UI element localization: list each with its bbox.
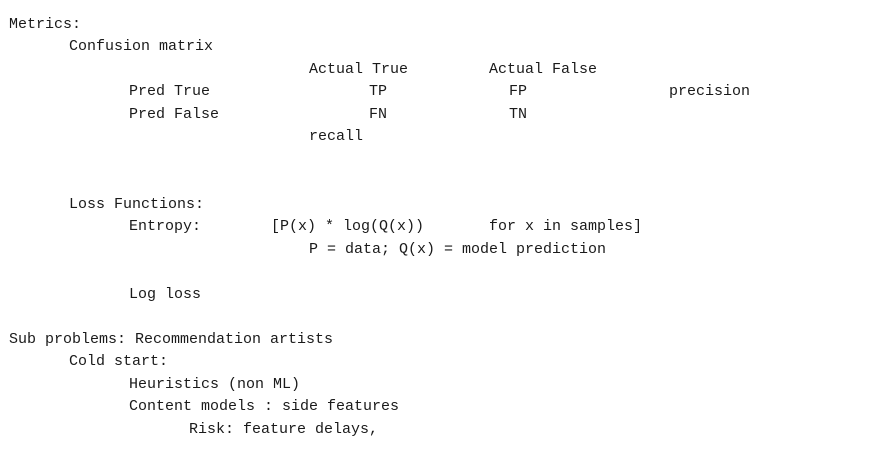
col-actual-true: Actual True bbox=[309, 61, 409, 78]
metrics-heading: Metrics: bbox=[9, 16, 82, 33]
confusion-matrix-title: Confusion matrix bbox=[69, 38, 214, 55]
precision-label: precision bbox=[669, 83, 751, 100]
cold-start-label: Cold start: bbox=[69, 353, 169, 370]
recall-label: recall bbox=[309, 128, 364, 145]
cell-fp: FP bbox=[509, 83, 528, 100]
heuristics-item: Heuristics (non ML) bbox=[129, 376, 301, 393]
cell-tp: TP bbox=[369, 83, 388, 100]
sub-problems-heading: Sub problems: Recommendation artists bbox=[9, 331, 334, 348]
cell-fn: FN bbox=[369, 106, 388, 123]
entropy-definition: P = data; Q(x) = model prediction bbox=[309, 241, 607, 258]
risk-item: Risk: feature delays, bbox=[189, 421, 379, 438]
log-loss-label: Log loss bbox=[129, 286, 202, 303]
notes-document: Metrics: Confusion matrix Actual True Ac… bbox=[0, 0, 882, 469]
entropy-formula: [P(x) * log(Q(x)) bbox=[271, 218, 425, 235]
cell-tn: TN bbox=[509, 106, 528, 123]
entropy-label: Entropy: bbox=[129, 218, 202, 235]
row-pred-true: Pred True bbox=[129, 83, 211, 100]
entropy-for-clause: for x in samples] bbox=[489, 218, 643, 235]
row-pred-false: Pred False bbox=[129, 106, 220, 123]
content-models-item: Content models : side features bbox=[129, 398, 400, 415]
loss-functions-title: Loss Functions: bbox=[69, 196, 205, 213]
col-actual-false: Actual False bbox=[489, 61, 598, 78]
